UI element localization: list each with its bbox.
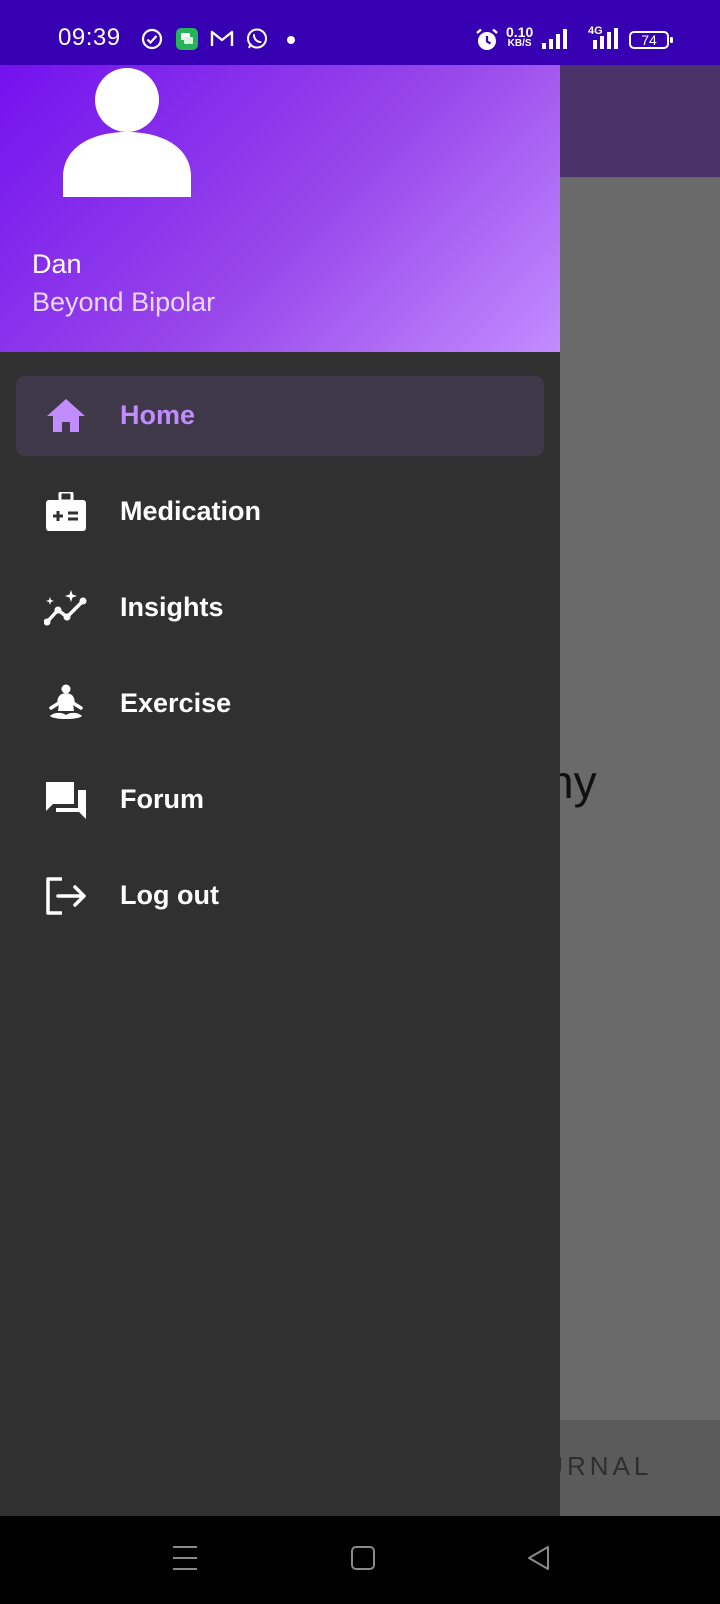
drawer-item-label: Exercise [120, 688, 232, 718]
drawer-item-label: Home [120, 400, 196, 430]
user-organization: Beyond Bipolar [32, 287, 216, 317]
alarm-icon [476, 28, 498, 50]
back-icon[interactable] [525, 1544, 553, 1572]
check-circle-icon [141, 28, 163, 50]
signal-icon [542, 29, 567, 49]
status-time: 09:39 [58, 24, 121, 51]
network-speed-unit: KB/S [507, 38, 532, 49]
menu-icon[interactable] [172, 1544, 198, 1572]
notification-dot-icon [287, 36, 295, 44]
medical-kit-icon [46, 492, 86, 531]
chat-app-icon [176, 28, 198, 50]
home-icon [47, 399, 85, 432]
drawer-item-label: Forum [120, 784, 204, 814]
battery-icon: 74 [629, 31, 673, 49]
drawer-item-label: Insights [120, 592, 224, 622]
forum-icon [46, 782, 86, 819]
drawer-item-label: Log out [120, 880, 219, 910]
network-speed: 0.10 KB/S [506, 25, 533, 50]
home-button-icon[interactable] [349, 1544, 377, 1572]
whatsapp-icon [247, 28, 267, 49]
gmail-icon [210, 30, 234, 46]
drawer-item-forum[interactable]: Forum [16, 760, 544, 840]
insights-icon [44, 590, 87, 626]
status-bar: 09:39 0.10 KB/S 4G 74 [0, 0, 720, 65]
navigation-drawer: Dan Beyond Bipolar Home Medication Insig… [0, 65, 560, 1516]
battery-level: 74 [641, 32, 657, 48]
drawer-item-insights[interactable]: Insights [16, 568, 544, 648]
drawer-item-logout[interactable]: Log out [16, 856, 544, 936]
drawer-item-home[interactable]: Home [16, 376, 544, 456]
drawer-item-medication[interactable]: Medication [16, 472, 544, 552]
user-name: Dan [32, 249, 82, 279]
drawer-item-label: Medication [120, 496, 262, 526]
signal-4g-icon [593, 28, 618, 49]
avatar-icon[interactable] [62, 67, 192, 197]
system-navigation-bar [0, 1516, 720, 1604]
drawer-item-exercise[interactable]: Exercise [16, 664, 544, 744]
logout-icon [46, 877, 86, 915]
drawer-header: Dan Beyond Bipolar [0, 65, 560, 352]
meditation-icon [49, 684, 83, 719]
